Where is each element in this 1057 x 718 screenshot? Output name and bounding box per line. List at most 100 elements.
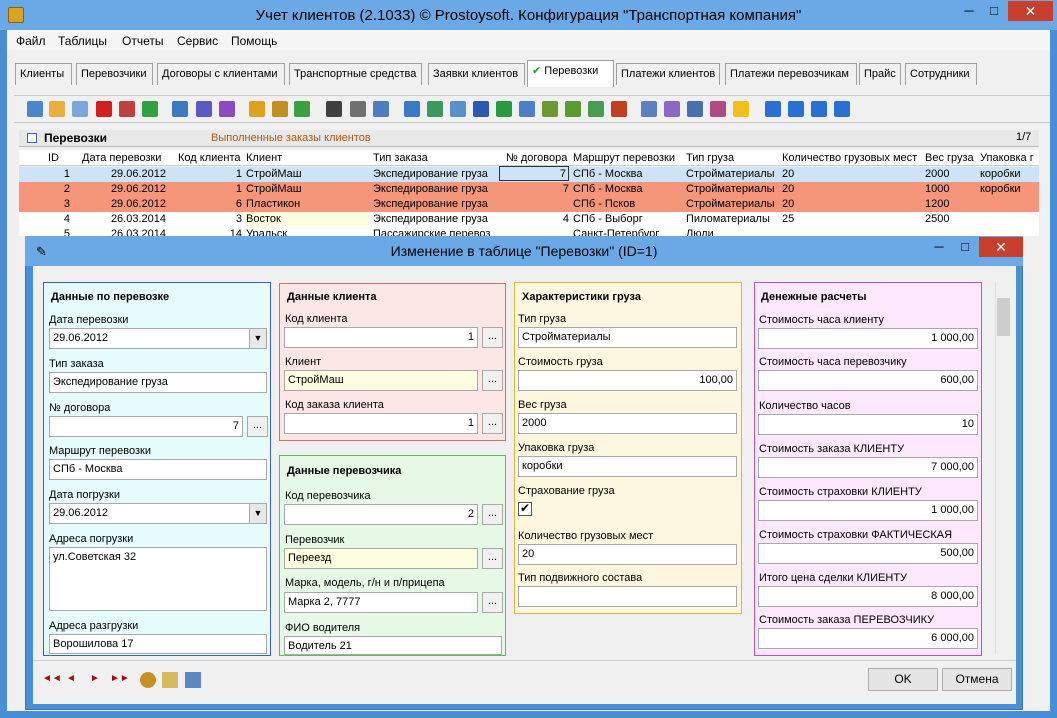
calendar-icon[interactable] <box>710 101 726 117</box>
layout-icon[interactable] <box>185 672 201 688</box>
contract-input[interactable]: 7 <box>49 416 243 437</box>
table-row[interactable] <box>19 227 1039 236</box>
col-cargo[interactable]: Тип груза <box>686 152 734 164</box>
export-table-icon[interactable] <box>427 101 443 117</box>
col-route[interactable]: Маршрут перевозки <box>573 152 675 164</box>
chevron-down-icon[interactable]: ▼ <box>249 329 266 348</box>
carrier-name-input[interactable]: Переезд <box>284 548 478 569</box>
menu-file[interactable]: Файл <box>16 34 46 48</box>
refresh-icon[interactable] <box>142 101 158 117</box>
prev-record-icon[interactable] <box>788 101 804 117</box>
col-client[interactable]: Клиент <box>246 152 282 164</box>
client-name-input[interactable]: СтройМаш <box>284 370 478 391</box>
col-order-type[interactable]: Тип заказа <box>373 152 428 164</box>
filter-icon[interactable] <box>172 101 188 117</box>
next-record-icon[interactable] <box>811 101 827 117</box>
sort-icon[interactable] <box>641 101 657 117</box>
add-record-icon[interactable] <box>27 101 43 117</box>
col-contract[interactable]: № договора <box>506 152 567 164</box>
contract-lookup-button[interactable]: ... <box>247 416 268 437</box>
binoculars-icon[interactable] <box>326 101 342 117</box>
client-order-cost-input[interactable]: 7 000,00 <box>758 457 978 478</box>
driver-input[interactable]: Водитель 21 <box>284 636 502 655</box>
sql-icon[interactable] <box>294 101 310 117</box>
menu-reports[interactable]: Отчеты <box>122 34 163 48</box>
nav-last-button[interactable]: ►► <box>110 673 130 684</box>
carrier-hour-cost-input[interactable]: 600,00 <box>758 370 978 391</box>
client-name-lookup-button[interactable]: ... <box>482 370 503 391</box>
transport-date-select[interactable]: 29.06.2012 <box>49 328 267 349</box>
col-client-code[interactable]: Код клиента <box>178 152 240 164</box>
tab-price[interactable]: Прайс <box>859 63 901 85</box>
dialog-maximize-button[interactable]: □ <box>952 237 978 257</box>
filter-clear-icon[interactable] <box>219 101 235 117</box>
word-icon[interactable] <box>473 101 489 117</box>
client-insurance-input[interactable]: 1 000,00 <box>758 500 978 521</box>
tab-requests[interactable]: Заявки клиентов <box>428 63 525 85</box>
client-code-input[interactable]: 1 <box>284 327 478 348</box>
grid-settings-icon[interactable] <box>687 101 703 117</box>
preview-icon[interactable] <box>373 101 389 117</box>
export-doc-icon[interactable] <box>450 101 466 117</box>
ok-button[interactable]: OK <box>868 668 938 691</box>
export-icon[interactable] <box>404 101 420 117</box>
client-hour-cost-input[interactable]: 1 000,00 <box>758 328 978 349</box>
col-date[interactable]: Дата перевозки <box>82 152 161 164</box>
route-input[interactable]: СПб - Москва <box>49 459 267 480</box>
vehicle-input[interactable]: Марка 2, 7777 <box>284 592 478 613</box>
delete-all-icon[interactable] <box>119 101 135 117</box>
carrier-lookup-button[interactable]: ... <box>482 504 503 525</box>
col-weight[interactable]: Вес груза <box>925 152 974 164</box>
load-address-textarea[interactable]: ул.Советская 32 <box>49 547 267 611</box>
columns-icon[interactable] <box>664 101 680 117</box>
hours-input[interactable]: 10 <box>758 414 978 435</box>
settings-icon[interactable] <box>140 672 156 688</box>
tab-carrier-payments[interactable]: Платежи перевозчикам <box>725 63 857 85</box>
minimize-button[interactable]: ─ <box>956 1 982 21</box>
col-pack[interactable]: Упаковка г <box>980 152 1034 164</box>
maximize-button[interactable]: □ <box>981 1 1007 21</box>
nav-prev-button[interactable]: ◄ <box>66 673 76 684</box>
cargo-packing-input[interactable]: коробки <box>518 456 737 477</box>
nav-next-button[interactable]: ► <box>90 673 100 684</box>
collapse-icon[interactable] <box>27 133 37 143</box>
close-button[interactable]: ✕ <box>1008 1 1053 21</box>
cancel-button[interactable]: Отмена <box>942 668 1012 691</box>
chart-icon[interactable] <box>611 101 627 117</box>
edit-pencil-icon[interactable] <box>49 101 65 117</box>
tab-vehicles[interactable]: Транспортные средства <box>289 63 422 85</box>
carrier-name-lookup-button[interactable]: ... <box>482 548 503 569</box>
cargo-cost-input[interactable]: 100,00 <box>518 370 737 391</box>
csv-icon[interactable] <box>565 101 581 117</box>
group-icon[interactable] <box>272 101 288 117</box>
load-date-select[interactable]: 29.06.2012 <box>49 503 267 524</box>
vertical-scrollbar[interactable] <box>995 282 1012 654</box>
order-lookup-button[interactable]: ... <box>482 413 503 434</box>
tab-clients[interactable]: Клиенты <box>15 63 72 85</box>
tab-transportations[interactable]: ✔ Перевозки <box>527 60 614 87</box>
carrier-code-input[interactable]: 2 <box>284 504 478 525</box>
col-places[interactable]: Количество грузовых мест <box>782 152 917 164</box>
tab-contracts[interactable]: Договоры с клиентами <box>157 63 285 85</box>
client-order-code-input[interactable]: 1 <box>284 413 478 434</box>
scrollbar-thumb[interactable] <box>997 298 1010 336</box>
tab-client-payments[interactable]: Платежи клиентов <box>616 63 720 85</box>
vehicle-lookup-button[interactable]: ... <box>482 592 503 613</box>
first-record-icon[interactable] <box>765 101 781 117</box>
form-edit-icon[interactable] <box>162 672 178 688</box>
dialog-minimize-button[interactable]: ─ <box>926 237 952 257</box>
menu-tables[interactable]: Таблицы <box>58 34 107 48</box>
search-filter-icon[interactable] <box>249 101 265 117</box>
export-html-icon[interactable] <box>519 101 535 117</box>
total-client-price-input[interactable]: 8 000,00 <box>758 586 978 607</box>
xml-icon[interactable] <box>542 101 558 117</box>
delete-icon[interactable] <box>96 101 112 117</box>
insurance-checkbox[interactable]: ✔ <box>518 502 532 516</box>
menu-help[interactable]: Помощь <box>231 34 277 48</box>
carrier-order-cost-input[interactable]: 6 000,00 <box>758 628 978 649</box>
print-icon[interactable] <box>350 101 366 117</box>
actual-insurance-input[interactable]: 500,00 <box>758 543 978 564</box>
menu-service[interactable]: Сервис <box>177 34 218 48</box>
dialog-close-button[interactable]: ✕ <box>979 237 1023 257</box>
copy-icon[interactable] <box>72 101 88 117</box>
